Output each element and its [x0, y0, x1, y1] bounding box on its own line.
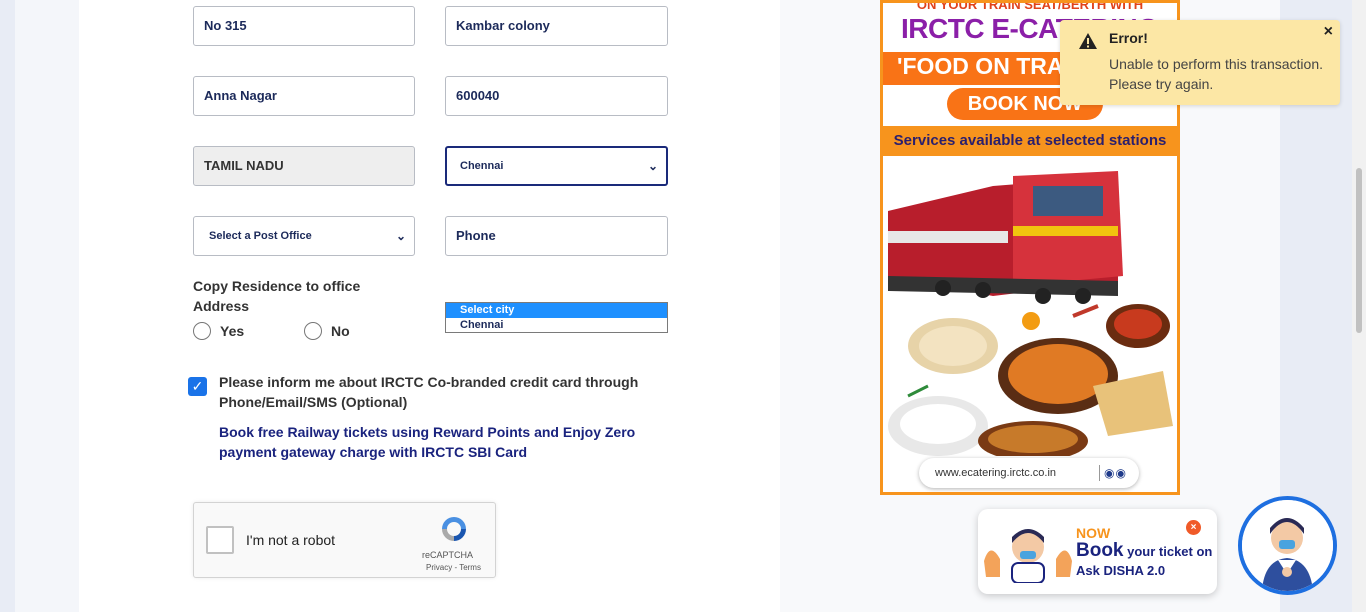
error-toast-message: Unable to perform this transaction. Plea… — [1109, 56, 1323, 92]
recaptcha-terms-link[interactable]: Privacy - Terms — [426, 563, 496, 572]
disha-thumbs-up-icon — [984, 529, 1072, 583]
city-option-select-city[interactable]: Select city — [446, 303, 667, 318]
train-and-food-illustration — [883, 156, 1177, 456]
address-line1-input[interactable]: No 315 — [193, 6, 415, 46]
disha-avatar-button[interactable] — [1238, 496, 1337, 595]
copy-residence-label: Copy Residence to office Address — [193, 278, 361, 314]
form-panel-gutter — [15, 0, 79, 612]
error-toast-title: Error! — [1109, 30, 1148, 46]
radio-no[interactable] — [304, 322, 322, 340]
credit-card-consent-checkbox[interactable]: ✓ — [188, 377, 207, 396]
state-input: TAMIL NADU — [193, 146, 415, 186]
city-option-chennai[interactable]: Chennai — [446, 318, 667, 333]
area-input[interactable]: Anna Nagar — [193, 76, 415, 116]
recaptcha-logo-icon — [442, 517, 466, 541]
chevron-down-icon: ⌄ — [647, 159, 658, 173]
close-icon[interactable]: × — [1324, 23, 1333, 41]
recaptcha-label: I'm not a robot — [246, 532, 336, 548]
disha-book-line: Book your ticket on — [1076, 540, 1212, 562]
sbi-card-promo-text: Book free Railway tickets using Reward P… — [219, 424, 636, 460]
disha-book-word: Book — [1076, 540, 1124, 561]
ad-url: www.ecatering.irctc.co.in — [935, 467, 1057, 479]
page-left-margin — [0, 0, 15, 612]
irctc-logo-icon: ◉◉ — [1099, 465, 1127, 481]
city-select-value: Chennai — [460, 160, 504, 172]
scrollbar-thumb[interactable] — [1356, 168, 1362, 333]
disha-avatar-icon — [1242, 500, 1333, 591]
ad-services-banner: Services available at selected stations — [883, 126, 1177, 156]
radio-yes-label: Yes — [220, 323, 245, 339]
post-office-select-value: Select a Post Office — [209, 230, 312, 242]
pincode-input[interactable]: 600040 — [445, 76, 668, 116]
page-scrollbar[interactable] — [1352, 0, 1366, 612]
disha-ask-text: Ask DISHA 2.0 — [1076, 563, 1166, 578]
chevron-down-icon: ⌄ — [395, 229, 406, 243]
ad-url-pill[interactable]: www.ecatering.irctc.co.in ◉◉ — [919, 458, 1139, 488]
disha-now-text: NOW — [1076, 525, 1111, 541]
disha-promo-card[interactable]: NOW Book your ticket on Ask DISHA 2.0 × — [978, 509, 1217, 594]
radio-yes[interactable] — [193, 322, 211, 340]
close-icon[interactable]: × — [1186, 520, 1201, 535]
checkmark-icon: ✓ — [191, 378, 204, 394]
phone-input[interactable]: Phone — [445, 216, 668, 256]
warning-icon — [1079, 33, 1097, 49]
recaptcha-checkbox[interactable] — [206, 526, 234, 554]
recaptcha-widget: I'm not a robot reCAPTCHA Privacy - Term… — [193, 502, 496, 578]
radio-no-label: No — [331, 323, 350, 339]
disha-your-ticket: your ticket on — [1123, 544, 1213, 559]
post-office-select[interactable]: Select a Post Office ⌄ — [193, 216, 415, 256]
address-line2-input[interactable]: Kambar colony — [445, 6, 668, 46]
credit-card-consent-label: Please inform me about IRCTC Co-branded … — [219, 374, 639, 410]
city-select[interactable]: Chennai ⌄ — [445, 146, 668, 186]
ad-top-line: ON YOUR TRAIN SEAT/BERTH WITH — [916, 0, 1144, 12]
recaptcha-brand: reCAPTCHA — [422, 550, 474, 560]
error-toast: Error! Unable to perform this transactio… — [1060, 20, 1340, 105]
city-dropdown-list[interactable]: Select city Chennai — [445, 302, 668, 333]
